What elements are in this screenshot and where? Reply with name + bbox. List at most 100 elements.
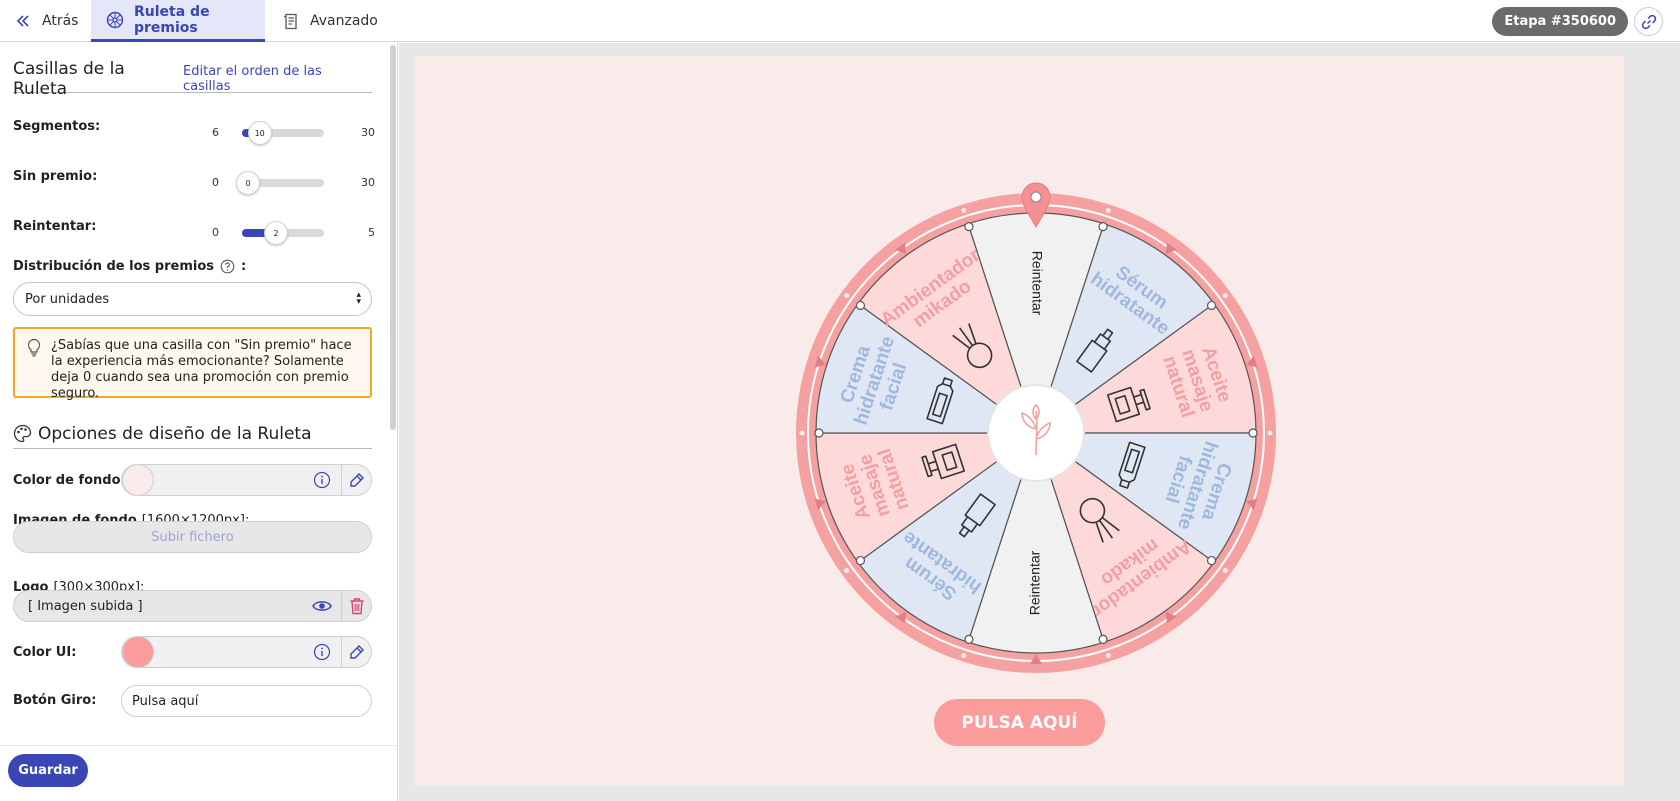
segment-label: Reintentar [1029, 251, 1045, 316]
tab-ruleta-de-premios[interactable]: Ruleta de premios [91, 0, 265, 42]
document-icon [282, 12, 300, 30]
diseno-title: Opciones de diseño de la Ruleta [38, 423, 312, 444]
distribucion-select[interactable]: Por unidades ▴ ▾ [13, 282, 372, 316]
ring-light [844, 292, 850, 298]
boton-giro-value: Pulsa aquí [132, 693, 199, 709]
diseno-section-header: Opciones de diseño de la Ruleta [13, 419, 372, 449]
reintentar-max: 5 [368, 226, 375, 239]
prize-wheel[interactable]: Reintentar SérumhidratanteAceitemasajenat… [776, 149, 1296, 679]
sidebar-scroll-area[interactable]: Casillas de la Ruleta Editar el orden de… [0, 43, 388, 743]
segment-peg [1098, 634, 1108, 644]
sin-premio-track[interactable]: 0 [236, 171, 324, 195]
back-label: Atrás [42, 13, 79, 29]
segmentos-track[interactable]: 10 [242, 121, 324, 145]
trash-icon [349, 597, 365, 615]
color-fondo-field[interactable] [121, 464, 372, 496]
segmentos-label: Segmentos: [13, 119, 101, 134]
reintentar-slider[interactable]: 0 2 5 [200, 221, 375, 245]
reintentar-label: Reintentar: [13, 219, 97, 234]
logo-value: [ Imagen subida ] [28, 598, 143, 614]
top-bar: Atrás Ruleta de premios Avanzado Etapa #… [0, 0, 1680, 42]
segmentos-slider[interactable]: 6 10 30 [200, 121, 375, 145]
color-fondo-info-button[interactable] [307, 465, 337, 495]
sin-premio-slider[interactable]: 0 0 30 [200, 171, 375, 195]
logo-delete-button[interactable] [341, 591, 371, 621]
distribucion-value: Por unidades [25, 291, 110, 307]
ring-light [1105, 207, 1111, 213]
sin-premio-label: Sin premio: [13, 169, 98, 184]
casillas-title: Casillas de la Ruleta [13, 58, 125, 99]
reintentar-track[interactable]: 2 [242, 221, 324, 245]
palette-icon [13, 424, 32, 443]
edit-order-link[interactable]: Editar el orden de las casillas [183, 64, 372, 94]
segment-peg [964, 222, 974, 232]
segment-peg [814, 428, 824, 438]
back-button[interactable]: Atrás [14, 0, 78, 42]
sidebar-scrollbar[interactable] [390, 45, 396, 430]
ring-light [1222, 292, 1228, 298]
etapa-badge[interactable]: Etapa #350600 [1492, 7, 1628, 36]
ring-light [1222, 568, 1228, 574]
double-chevron-left-icon [14, 12, 32, 30]
color-ui-info-button[interactable] [307, 637, 337, 667]
sidebar-footer: Guardar [0, 745, 397, 801]
distribucion-label: Distribución de los premios [13, 259, 215, 274]
logo-field: [ Imagen subida ] [13, 590, 372, 622]
help-icon[interactable] [220, 259, 235, 274]
tab-avanzado[interactable]: Avanzado [282, 0, 378, 42]
tip-text: ¿Sabías que una casilla con "Sin premio"… [51, 338, 352, 401]
sin-premio-knob[interactable]: 0 [236, 171, 260, 195]
link-button[interactable] [1634, 7, 1663, 36]
segment-peg [1206, 300, 1217, 311]
sin-premio-max: 30 [361, 176, 375, 189]
color-fondo-swatch[interactable] [122, 464, 154, 496]
eyedropper-icon [348, 471, 366, 489]
segmentos-max: 30 [361, 126, 375, 139]
segmentos-knob[interactable]: 10 [247, 121, 272, 145]
color-ui-swatch[interactable] [122, 636, 154, 668]
distribucion-label-row: Distribución de los premios : [13, 259, 246, 274]
segment-peg [1098, 222, 1108, 232]
ring-light [961, 207, 967, 213]
boton-giro-field[interactable]: Pulsa aquí [121, 685, 372, 717]
lightbulb-icon [26, 338, 42, 363]
info-icon [313, 471, 331, 489]
color-ui-picker-button[interactable] [341, 637, 371, 667]
preview-canvas: Reintentar Sérum hidratante Aceite masaje nat… [414, 56, 1624, 785]
ring-light [1105, 653, 1111, 659]
segment-peg [855, 555, 866, 566]
settings-sidebar: Casillas de la Ruleta Editar el orden de… [0, 43, 398, 801]
segment-peg [1206, 555, 1217, 566]
link-icon [1641, 14, 1657, 30]
eyedropper-icon [348, 643, 366, 661]
segment-peg [855, 300, 866, 311]
spin-button[interactable]: PULSA AQUÍ [934, 699, 1105, 746]
sin-premio-min: 0 [212, 176, 219, 189]
color-fondo-picker-button[interactable] [341, 465, 371, 495]
distribucion-suffix: : [241, 259, 247, 274]
tip-box: ¿Sabías que una casilla con "Sin premio"… [13, 327, 372, 401]
ring-light [799, 430, 805, 436]
casillas-section-header: Casillas de la Ruleta Editar el orden de… [13, 59, 372, 99]
ring-light [961, 653, 967, 659]
segment-peg [964, 634, 974, 644]
color-ui-label: Color UI: [13, 645, 77, 660]
eye-icon [312, 599, 332, 613]
color-fondo-label: Color de fondo: [13, 473, 126, 488]
upload-file-button[interactable]: Subir fichero [13, 521, 372, 553]
wheel-icon [106, 11, 124, 29]
ring-light [1267, 430, 1273, 436]
segmentos-min: 6 [212, 126, 219, 139]
boton-giro-label: Botón Giro: [13, 693, 97, 708]
color-ui-field[interactable] [121, 636, 372, 668]
segment-peg [1248, 428, 1258, 438]
ring-light [844, 568, 850, 574]
tab-ruleta-label: Ruleta de premios [134, 3, 210, 36]
reintentar-min: 0 [212, 226, 219, 239]
logo-view-button[interactable] [307, 591, 337, 621]
info-icon [313, 643, 331, 661]
segment-label: Reintentar [1027, 550, 1043, 615]
tab-avanzado-label: Avanzado [310, 13, 378, 29]
reintentar-knob[interactable]: 2 [264, 221, 288, 245]
save-button[interactable]: Guardar [8, 754, 88, 787]
